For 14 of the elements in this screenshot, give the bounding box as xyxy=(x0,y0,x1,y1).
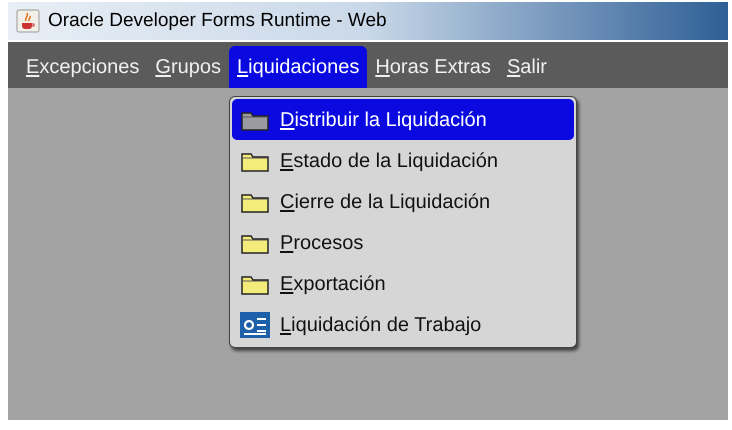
dropdown-item[interactable]: Exportación xyxy=(232,263,574,304)
dropdown-item[interactable]: Cierre de la Liquidación xyxy=(232,181,574,222)
menu-item[interactable]: Excepciones xyxy=(18,46,148,88)
window-title: Oracle Developer Forms Runtime - Web xyxy=(48,8,387,33)
dropdown-item[interactable]: Procesos xyxy=(232,222,574,263)
menu-item[interactable]: Grupos xyxy=(147,46,229,88)
java-cup-icon xyxy=(16,9,40,33)
dropdown-item[interactable]: Distribuir la Liquidación xyxy=(232,99,574,140)
text-document-icon xyxy=(240,312,270,338)
dropdown-item[interactable]: Estado de la Liquidación xyxy=(232,140,574,181)
dropdown-item[interactable]: Liquidación de Trabajo xyxy=(232,304,574,345)
menu-item[interactable]: Liquidaciones xyxy=(229,46,368,88)
menu-item[interactable]: Horas Extras xyxy=(367,46,499,88)
menu-item[interactable]: Salir xyxy=(498,46,555,88)
